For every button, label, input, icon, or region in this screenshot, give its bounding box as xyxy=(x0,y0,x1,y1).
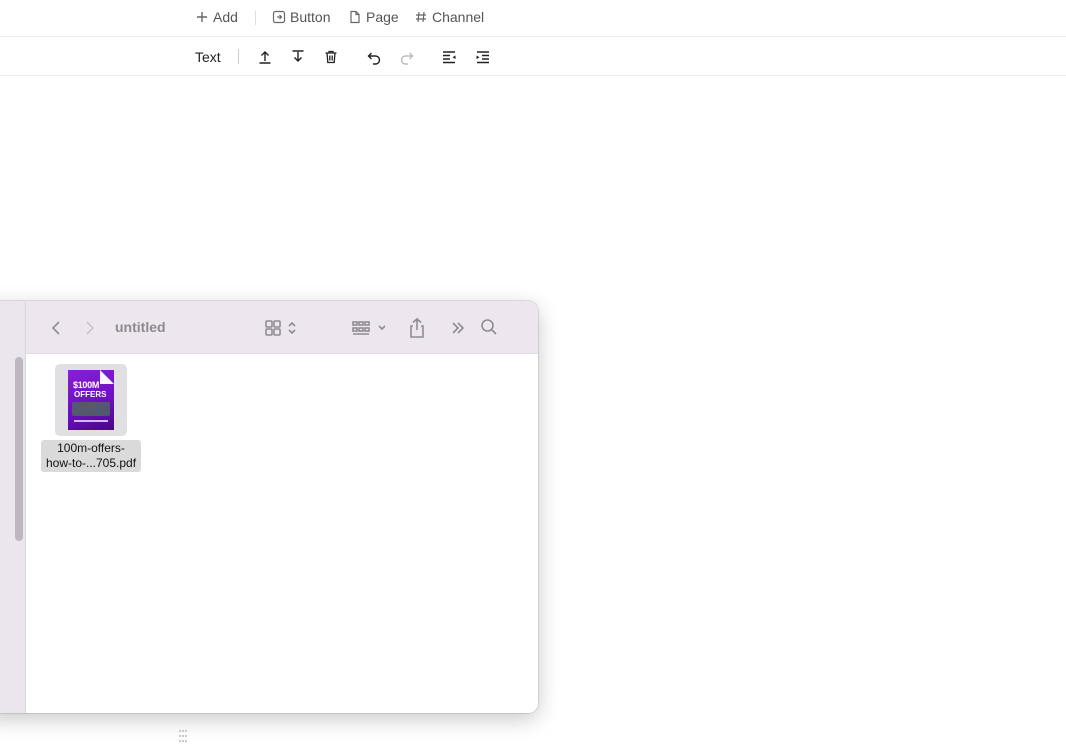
cover-text-line xyxy=(74,420,108,422)
share-icon xyxy=(410,317,424,338)
page-curl xyxy=(100,370,114,384)
add-button[interactable]: Add xyxy=(195,9,238,25)
outdent-icon[interactable] xyxy=(439,47,459,67)
cover-illustration xyxy=(72,402,110,416)
group-button[interactable] xyxy=(351,318,389,338)
trash-icon[interactable] xyxy=(321,47,341,67)
finder-content[interactable]: $100M OFFERS 100m-offers- how-to-...705.… xyxy=(26,354,538,713)
forward-button[interactable] xyxy=(82,318,98,338)
button-label: Button xyxy=(290,9,331,25)
search-button[interactable] xyxy=(479,317,499,337)
plus-icon xyxy=(195,10,209,24)
view-mode-button[interactable] xyxy=(264,318,300,338)
button-button[interactable]: Button xyxy=(272,9,330,25)
grid-view-icon xyxy=(265,320,296,336)
channel-button[interactable]: Channel xyxy=(414,9,484,25)
sidebar-scrollbar[interactable] xyxy=(15,357,23,541)
undo-icon[interactable] xyxy=(364,47,384,67)
redo-icon[interactable] xyxy=(397,47,417,67)
add-label: Add xyxy=(213,9,238,25)
chevron-left-icon xyxy=(51,321,60,335)
hash-icon xyxy=(414,10,428,24)
upload-icon[interactable] xyxy=(255,47,275,67)
finder-sidebar xyxy=(0,301,26,713)
indent-icon[interactable] xyxy=(473,47,493,67)
drag-handle-icon[interactable] xyxy=(177,725,189,747)
page-button[interactable]: Page xyxy=(348,9,399,25)
cover-subtitle: OFFERS xyxy=(74,390,107,399)
top-bar: Add Button Page Channel xyxy=(0,0,1066,37)
back-button[interactable] xyxy=(48,318,64,338)
pdf-cover-image: $100M OFFERS xyxy=(68,370,114,430)
chevron-double-right-icon xyxy=(452,322,465,334)
finder-window[interactable]: untitled $100M OFFERS 100m-offers- how-t… xyxy=(0,301,538,713)
formatting-toolbar: Text xyxy=(0,38,1066,76)
page-label: Page xyxy=(366,9,399,25)
search-icon xyxy=(481,319,497,335)
file-name-label: 100m-offers- how-to-...705.pdf xyxy=(40,440,142,472)
page-icon xyxy=(348,10,362,24)
file-name-line: 100m-offers- xyxy=(57,441,125,455)
button-icon xyxy=(272,10,286,24)
cover-title: $100M xyxy=(73,380,100,390)
divider xyxy=(238,49,239,64)
channel-label: Channel xyxy=(432,9,485,25)
share-button[interactable] xyxy=(406,316,428,340)
file-item[interactable]: $100M OFFERS 100m-offers- how-to-...705.… xyxy=(36,364,146,472)
file-name-line: how-to-...705.pdf xyxy=(45,456,137,470)
chevron-right-icon xyxy=(86,321,95,335)
finder-toolbar: untitled xyxy=(26,301,538,354)
window-title: untitled xyxy=(115,319,166,335)
text-style-label[interactable]: Text xyxy=(195,49,221,65)
download-icon[interactable] xyxy=(288,47,308,67)
group-by-icon xyxy=(352,321,386,335)
divider xyxy=(255,11,256,25)
more-button[interactable] xyxy=(449,318,467,338)
file-thumbnail: $100M OFFERS xyxy=(55,364,127,436)
